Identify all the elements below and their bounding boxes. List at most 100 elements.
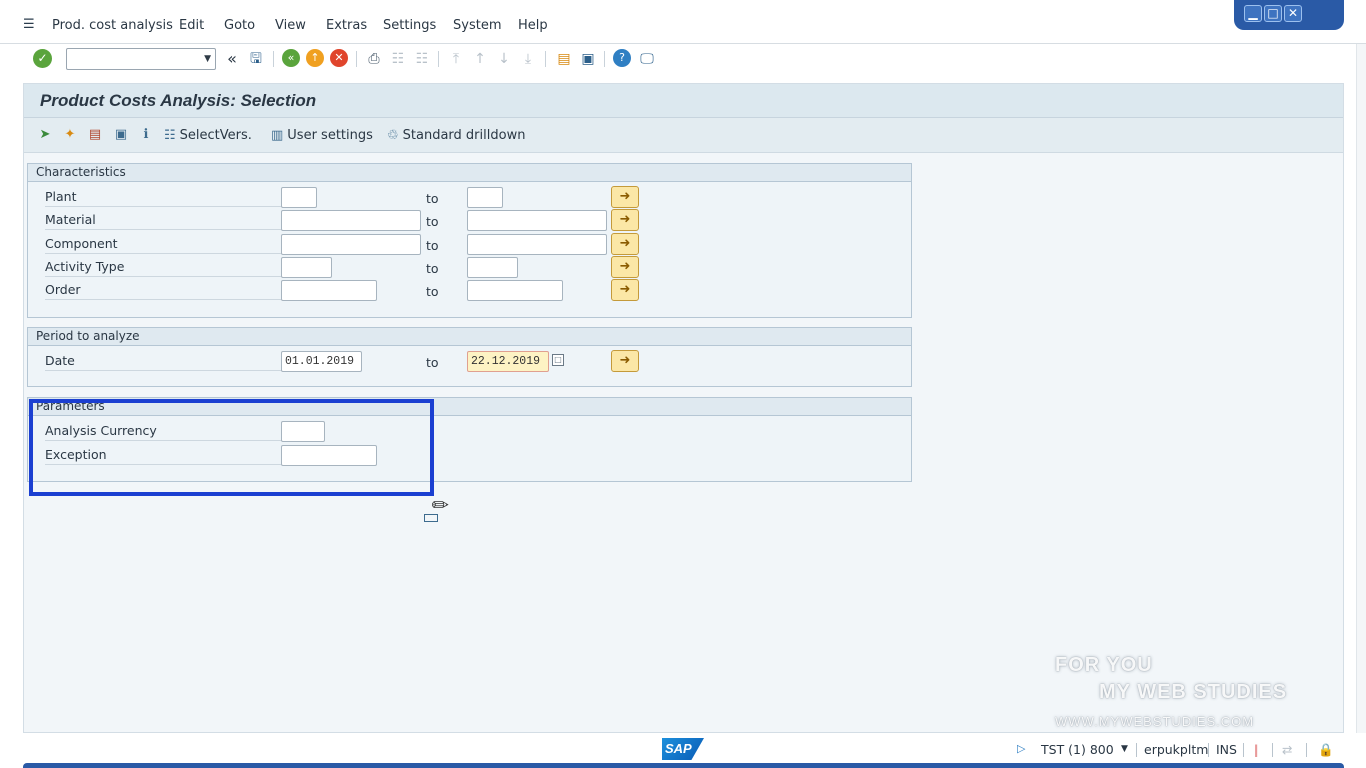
plant-row: Plant to ➜	[28, 186, 913, 208]
highlight-annotation-box	[29, 399, 434, 496]
activity-type-row: Activity Type to ➜	[28, 256, 913, 278]
user-info: erpukpltm	[1144, 742, 1209, 757]
menu-bar: ☰ Prod. cost analysis Edit Goto View Ext…	[0, 0, 1366, 44]
material-to-label: to	[426, 214, 439, 229]
vertical-scrollbar[interactable]	[1356, 44, 1366, 733]
shortcut-icon[interactable]: ▣	[578, 49, 598, 69]
plant-to-field[interactable]	[467, 187, 503, 208]
order-multiple-selection-button[interactable]: ➜	[611, 279, 639, 301]
select-versions-button[interactable]: ☷ SelectVers.	[164, 126, 252, 144]
command-field[interactable]: ▼	[66, 48, 216, 70]
first-page-icon[interactable]: ⤒	[446, 49, 466, 69]
multiple-selection-icon: ➜	[619, 282, 631, 297]
menu-view[interactable]: View	[275, 18, 306, 33]
collapse-icon[interactable]: «	[222, 49, 242, 69]
create-session-icon[interactable]: ▤	[554, 49, 574, 69]
material-multiple-selection-button[interactable]: ➜	[611, 209, 639, 231]
title-bar: Product Costs Analysis: Selection	[24, 84, 1343, 118]
chevron-down-icon[interactable]: ▼	[204, 54, 211, 64]
hierarchy-icon: ☷	[164, 127, 176, 143]
date-multiple-selection-button[interactable]: ➜	[611, 350, 639, 372]
close-button[interactable]: ✕	[1284, 5, 1302, 22]
help-icon[interactable]: ?	[613, 49, 631, 67]
menu-help[interactable]: Help	[518, 18, 548, 33]
period-title: Period to analyze	[28, 328, 911, 346]
menu-settings[interactable]: Settings	[383, 18, 436, 33]
multiple-selection-icon: ➜	[619, 353, 631, 368]
print-icon[interactable]: ⎙	[364, 49, 384, 69]
component-label: Component	[45, 236, 284, 254]
exit-icon[interactable]: ↑	[306, 49, 324, 67]
user-settings-label: User settings	[287, 127, 373, 143]
menu-edit[interactable]: Edit	[179, 18, 204, 33]
customize-layout-icon[interactable]: 🖵	[637, 49, 657, 69]
last-page-icon[interactable]: ⤓	[518, 49, 538, 69]
insert-mode[interactable]: INS	[1216, 742, 1237, 757]
material-label: Material	[45, 212, 284, 230]
cancel-icon[interactable]: ✕	[330, 49, 348, 67]
information-icon[interactable]: ℹ	[137, 126, 155, 144]
component-from-field[interactable]	[281, 234, 421, 255]
command-input[interactable]	[67, 49, 195, 69]
date-to-field[interactable]: 22.12.2019	[467, 351, 549, 372]
plant-to-label: to	[426, 191, 439, 206]
date-to-label: to	[426, 355, 439, 370]
save-icon[interactable]: 🖫	[246, 49, 266, 69]
system-info[interactable]: TST (1) 800	[1041, 742, 1114, 757]
calendar-icon[interactable]: □	[552, 354, 564, 366]
chevron-down-icon[interactable]: ▼	[1121, 744, 1128, 754]
get-variant-icon[interactable]: ✦	[61, 126, 79, 144]
order-to-field[interactable]	[467, 280, 563, 301]
next-page-icon[interactable]: ↓	[494, 49, 514, 69]
watermark-line-2: MY WEB STUDIES	[1099, 681, 1288, 703]
small-rectangle-icon	[424, 514, 438, 522]
component-to-label: to	[426, 238, 439, 253]
maximize-button[interactable]: □	[1264, 5, 1282, 22]
menu-prod-cost-analysis[interactable]: Prod. cost analysis	[52, 18, 173, 33]
order-to-label: to	[426, 284, 439, 299]
back-icon[interactable]: «	[282, 49, 300, 67]
order-label: Order	[45, 282, 284, 300]
plant-multiple-selection-button[interactable]: ➜	[611, 186, 639, 208]
order-from-field[interactable]	[281, 280, 377, 301]
standard-toolbar: ✓ ▼ « 🖫 « ↑ ✕ ⎙ ☷ ☷ ⤒ ↑ ↓ ⤓ ▤ ▣ ? 🖵	[0, 44, 1366, 74]
activity-type-label: Activity Type	[45, 259, 284, 277]
activity-type-from-field[interactable]	[281, 257, 332, 278]
component-multiple-selection-button[interactable]: ➜	[611, 233, 639, 255]
material-to-field[interactable]	[467, 210, 607, 231]
minimize-button[interactable]: ▁	[1244, 5, 1262, 22]
drilldown-icon: ♲	[387, 127, 399, 143]
component-to-field[interactable]	[467, 234, 607, 255]
menu-toggle-icon[interactable]: ☰	[23, 18, 39, 32]
order-row: Order to ➜	[28, 279, 913, 301]
find-icon[interactable]: ☷	[388, 49, 408, 69]
material-row: Material to ➜	[28, 209, 913, 231]
lock-icon[interactable]: 🔒	[1318, 742, 1334, 758]
menu-system[interactable]: System	[453, 18, 501, 33]
activity-type-multiple-selection-button[interactable]: ➜	[611, 256, 639, 278]
select-versions-label: SelectVers.	[179, 127, 252, 143]
user-settings-button[interactable]: ▥ User settings	[271, 126, 373, 144]
period-group: Period to analyze Date 01.01.2019 to 22.…	[27, 327, 912, 387]
multiple-selection-icon: ➜	[619, 189, 631, 204]
page-title: Product Costs Analysis: Selection	[40, 91, 317, 110]
delete-variant-icon[interactable]: ▤	[86, 126, 104, 144]
screen-variant-icon[interactable]: ▣	[112, 126, 130, 144]
find-next-icon[interactable]: ☷	[412, 49, 432, 69]
activity-type-to-label: to	[426, 261, 439, 276]
date-row: Date 01.01.2019 to 22.12.2019 □ ➜	[28, 350, 913, 372]
multiple-selection-icon: ➜	[619, 212, 631, 227]
menu-extras[interactable]: Extras	[326, 18, 367, 33]
play-icon[interactable]: ▷	[1017, 742, 1025, 755]
enter-icon[interactable]: ✓	[33, 49, 52, 68]
menu-goto[interactable]: Goto	[224, 18, 255, 33]
plant-from-field[interactable]	[281, 187, 317, 208]
material-from-field[interactable]	[281, 210, 421, 231]
execute-icon[interactable]: ➤	[36, 126, 54, 144]
activity-type-to-field[interactable]	[467, 257, 518, 278]
previous-page-icon[interactable]: ↑	[470, 49, 490, 69]
connection-icon: ⇄	[1282, 742, 1293, 757]
window-controls: ▁ □ ✕	[1234, 0, 1344, 30]
date-from-field[interactable]: 01.01.2019	[281, 351, 362, 372]
standard-drilldown-button[interactable]: ♲ Standard drilldown	[387, 126, 525, 144]
